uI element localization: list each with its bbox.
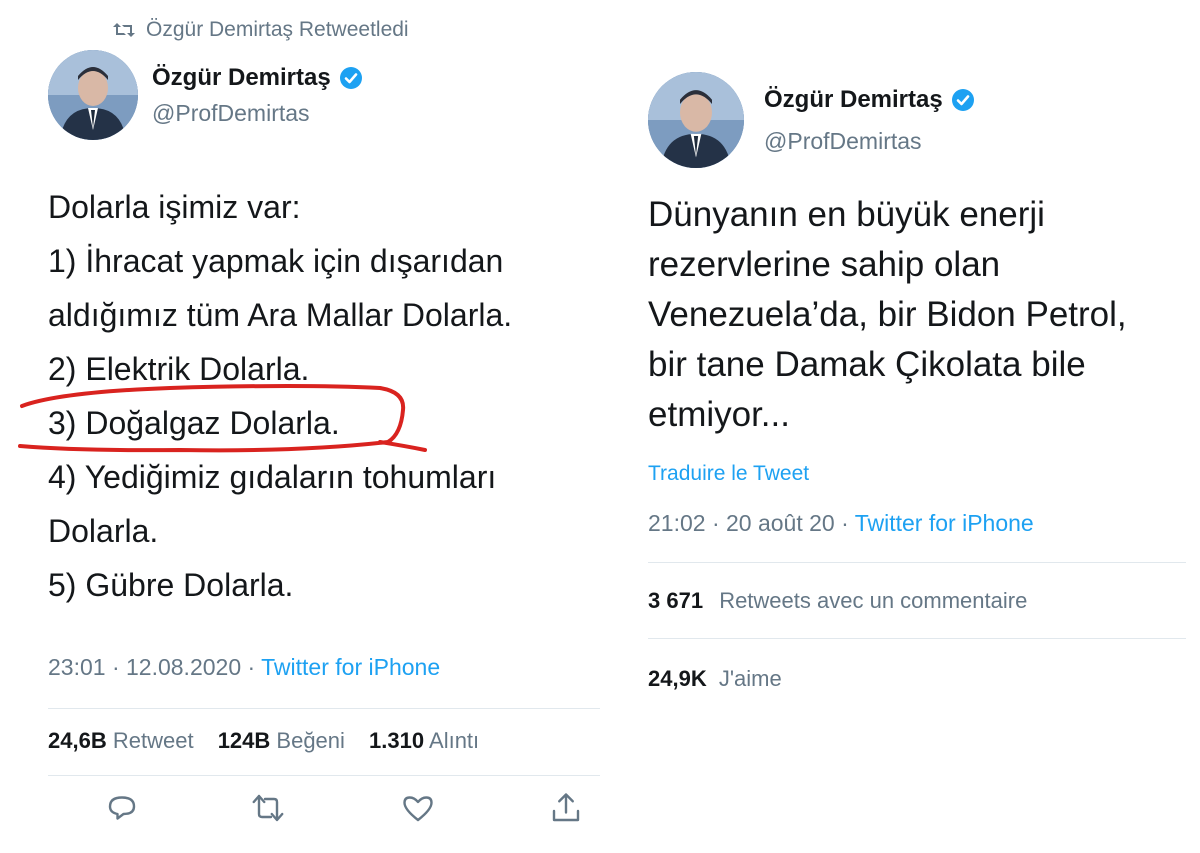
divider bbox=[648, 562, 1186, 563]
like-stats[interactable]: 24,9K J'aime bbox=[648, 666, 800, 692]
source-link[interactable]: Twitter for iPhone bbox=[261, 654, 440, 680]
retweet-label[interactable]: Retweet bbox=[113, 728, 194, 753]
author-name-text: Özgür Demirtaş bbox=[764, 86, 943, 113]
tweet-timestamp: 23:01 · 12.08.2020 · Twitter for iPhone bbox=[48, 654, 440, 681]
author-handle[interactable]: @ProfDemirtas bbox=[764, 128, 922, 155]
reply-button[interactable] bbox=[104, 790, 144, 830]
retweet-count[interactable]: 24,6B bbox=[48, 728, 107, 753]
quote-stats[interactable]: 3 671 Retweets avec un commentaire bbox=[648, 588, 1045, 614]
retweet-button[interactable] bbox=[250, 790, 290, 830]
screenshot-divider bbox=[605, 0, 612, 853]
divider bbox=[648, 638, 1186, 639]
quote-label: Retweets avec un commentaire bbox=[719, 588, 1028, 613]
reply-icon bbox=[108, 796, 136, 820]
like-label: J'aime bbox=[718, 666, 782, 691]
like-icon bbox=[403, 796, 433, 822]
tweet-line: bir tane Damak Çikolata bile bbox=[648, 345, 1086, 384]
tweet-text: Dünyanın en büyük enerji rezervlerine sa… bbox=[648, 190, 1188, 440]
timestamp-text: 23:01 · 12.08.2020 · bbox=[48, 654, 262, 680]
share-icon bbox=[552, 793, 580, 822]
like-count: 24,9K bbox=[648, 666, 707, 691]
share-button[interactable] bbox=[548, 790, 588, 830]
tweet-line: 5) Gübre Dolarla. bbox=[48, 567, 294, 603]
tweet-line: rezervlerine sahip olan bbox=[648, 245, 1001, 284]
tweet-stats: 24,6B Retweet 124B Beğeni 1.310 Alıntı bbox=[48, 728, 497, 754]
action-bar bbox=[0, 790, 605, 840]
tweet-line: etmiyor... bbox=[648, 395, 790, 434]
quote-count[interactable]: 1.310 bbox=[369, 728, 424, 753]
left-tweet: Özgür Demirtaş Retweetledi Özgür Demirta… bbox=[0, 0, 605, 853]
tweet-line: Dolarla. bbox=[48, 513, 159, 549]
author-name[interactable]: Özgür Demirtaş bbox=[764, 86, 975, 114]
divider bbox=[48, 775, 600, 776]
avatar[interactable] bbox=[648, 72, 744, 168]
timestamp-text: 21:02 · 20 août 20 · bbox=[648, 510, 855, 536]
verified-icon bbox=[951, 89, 974, 111]
like-button[interactable] bbox=[400, 790, 440, 830]
tweet-line: Venezuela’da, bir Bidon Petrol, bbox=[648, 295, 1127, 334]
like-count[interactable]: 124B bbox=[218, 728, 271, 753]
translate-link[interactable]: Traduire le Tweet bbox=[648, 462, 809, 486]
quote-label[interactable]: Alıntı bbox=[429, 728, 479, 753]
source-link[interactable]: Twitter for iPhone bbox=[855, 510, 1034, 536]
tweet-line: Dünyanın en büyük enerji bbox=[648, 195, 1045, 234]
red-highlight-circle bbox=[18, 384, 427, 453]
right-tweet: Özgür Demirtaş @ProfDemirtas Dünyanın en… bbox=[612, 0, 1200, 853]
divider bbox=[48, 708, 600, 709]
tweet-timestamp: 21:02 · 20 août 20 · Twitter for iPhone bbox=[648, 510, 1034, 537]
quote-count: 3 671 bbox=[648, 588, 704, 613]
retweet-icon bbox=[252, 794, 284, 822]
like-label[interactable]: Beğeni bbox=[276, 728, 345, 753]
